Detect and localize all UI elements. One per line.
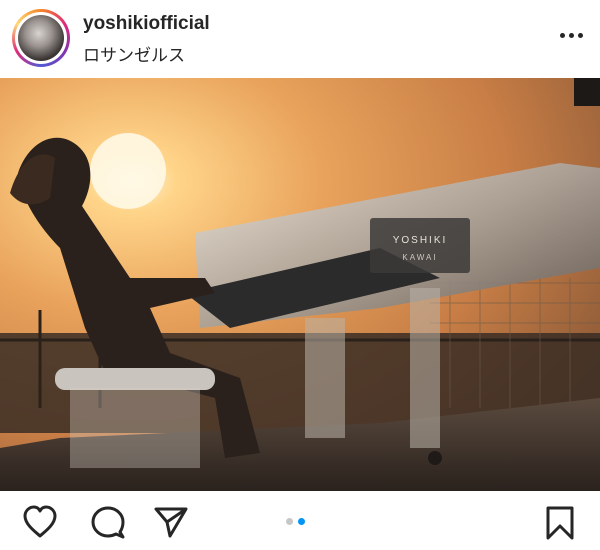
send-icon[interactable] bbox=[153, 505, 188, 539]
piano-brand-bottom: KAWAI bbox=[402, 253, 437, 262]
post-header: yoshikiofficial ロサンゼルス bbox=[0, 0, 600, 78]
location-link[interactable]: ロサンゼルス bbox=[83, 41, 185, 66]
action-bar bbox=[0, 491, 600, 550]
bookmark-icon[interactable] bbox=[545, 505, 579, 540]
comment-icon[interactable] bbox=[90, 505, 125, 539]
post-photo: YOSHIKI KAWAI bbox=[0, 78, 600, 491]
piano-brand-top: YOSHIKI bbox=[393, 235, 448, 246]
avatar[interactable] bbox=[12, 9, 70, 67]
more-options-icon[interactable] bbox=[560, 25, 584, 45]
avatar-image bbox=[18, 15, 64, 61]
carousel-dot-active bbox=[298, 518, 305, 525]
carousel-indicator bbox=[286, 518, 305, 525]
username-link[interactable]: yoshikiofficial bbox=[83, 13, 210, 35]
carousel-dot bbox=[286, 518, 293, 525]
post-image[interactable]: YOSHIKI KAWAI bbox=[0, 78, 600, 491]
heart-icon[interactable] bbox=[22, 505, 57, 539]
